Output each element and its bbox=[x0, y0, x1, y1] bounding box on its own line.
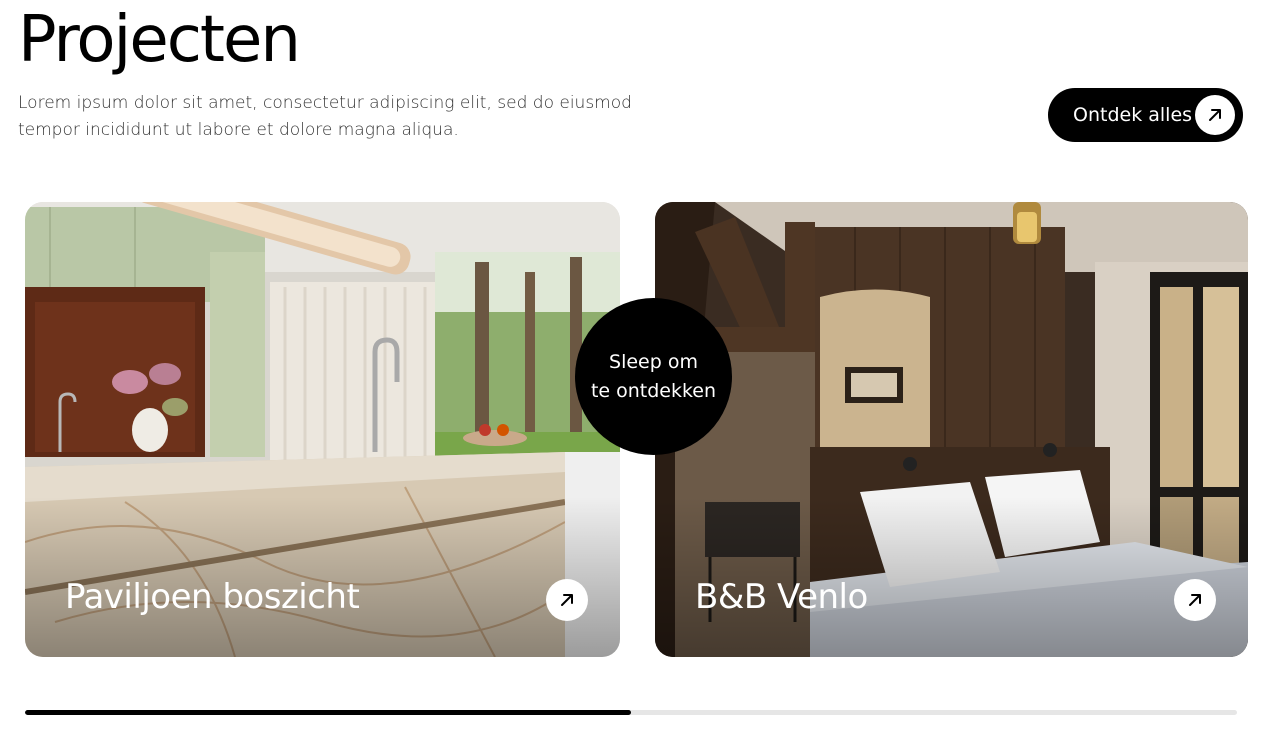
card-title: B&B Venlo bbox=[695, 577, 868, 617]
project-card-bb-venlo[interactable]: B&B Venlo bbox=[655, 202, 1248, 657]
drag-to-explore-badge[interactable]: Sleep om te ontdekken bbox=[575, 298, 732, 455]
arrow-up-right-icon[interactable] bbox=[546, 579, 588, 621]
arrow-up-right-icon[interactable] bbox=[1174, 579, 1216, 621]
intro-line-1: Lorem ipsum dolor sit amet, consectetur … bbox=[18, 93, 632, 113]
discover-all-label: Ontdek alles bbox=[1073, 104, 1193, 126]
card-title: Paviljoen boszicht bbox=[65, 577, 360, 617]
intro-text: Lorem ipsum dolor sit amet, consectetur … bbox=[18, 90, 638, 144]
page-title: Projecten bbox=[18, 3, 301, 77]
slider-progress-fill bbox=[25, 710, 631, 715]
intro-line-2: tempor incididunt ut labore et dolore ma… bbox=[18, 120, 459, 140]
slider-progress-track[interactable] bbox=[25, 710, 1237, 715]
arrow-up-right-icon bbox=[1195, 95, 1235, 135]
drag-hint-line-1: Sleep om bbox=[609, 350, 698, 373]
discover-all-button[interactable]: Ontdek alles bbox=[1048, 88, 1243, 142]
drag-hint-line-2: te ontdekken bbox=[590, 379, 717, 402]
project-card-paviljoen[interactable]: Paviljoen boszicht bbox=[25, 202, 620, 657]
